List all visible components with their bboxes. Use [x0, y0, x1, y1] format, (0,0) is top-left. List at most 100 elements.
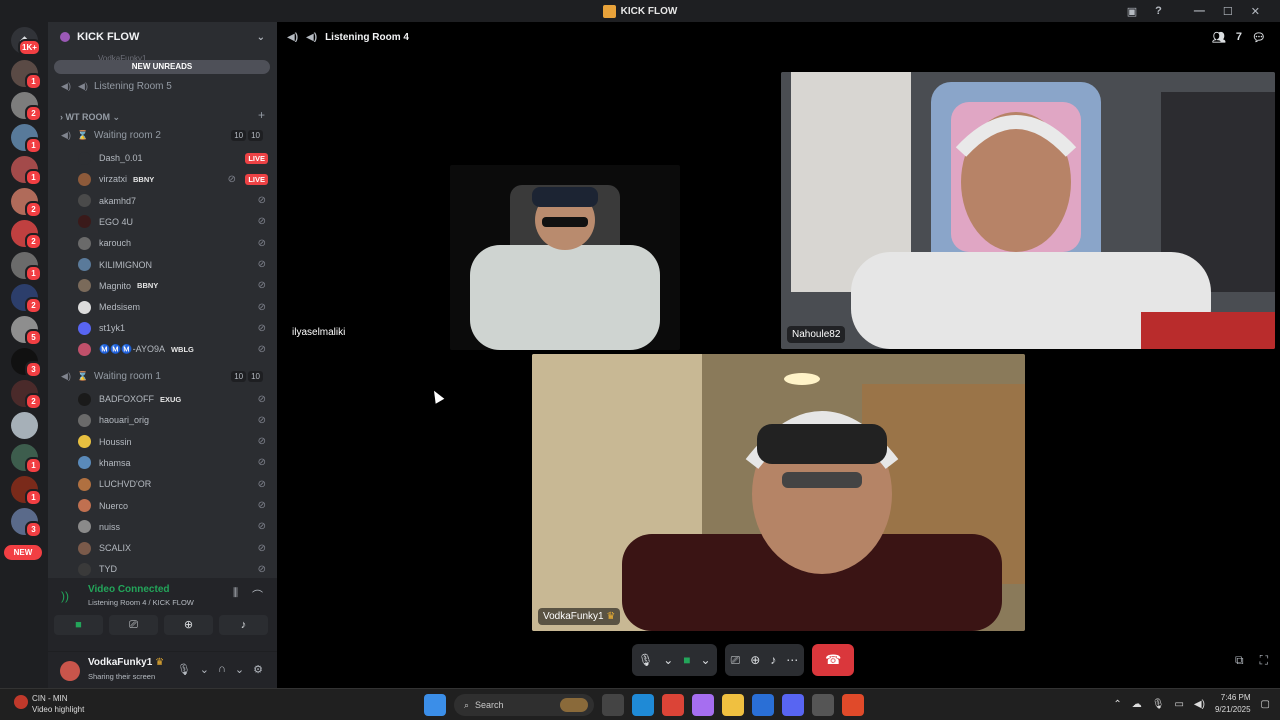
notifications-icon[interactable]: ▢ — [1261, 699, 1270, 710]
chrome-icon[interactable] — [662, 694, 684, 716]
voice-user-row[interactable]: Houssin ⊘ — [78, 433, 268, 451]
voice-user-row[interactable]: Dash_0.01 LIVE — [78, 149, 268, 167]
help-icon[interactable]: ? — [1155, 5, 1162, 17]
server-badge: 2 — [25, 105, 42, 122]
participant-name[interactable]: ilyaselmaliki — [292, 327, 345, 338]
copilot-icon[interactable] — [692, 694, 714, 716]
participant-video-tile[interactable]: VodkaFunky1 ♛ — [532, 354, 1025, 631]
participant-video — [532, 354, 1025, 631]
voice-location[interactable]: Listening Room 4 / KICK FLOW — [88, 598, 194, 607]
deafened-icon: ⊘ — [257, 216, 266, 228]
gear-icon[interactable]: ⚙ — [253, 663, 263, 676]
popout-icon[interactable]: ⧉ — [1235, 653, 1244, 668]
voice-user-row[interactable]: Magnito BBNY ⊘ — [78, 277, 268, 295]
taskbar-notification[interactable]: CIN - MIN Video highlight — [14, 693, 84, 715]
guild-header[interactable]: KICK FLOW ⌄ — [48, 22, 277, 52]
app-icon[interactable] — [842, 694, 864, 716]
maximize-icon[interactable]: ☐ — [1223, 5, 1233, 18]
discord-icon[interactable] — [782, 694, 804, 716]
signal-icon[interactable]: )) — [61, 589, 69, 603]
add-channel-icon[interactable]: + — [258, 108, 265, 122]
voice-user-row[interactable]: KILIMIGNON ⊘ — [78, 256, 268, 274]
chevron-down-icon[interactable]: ⌄ — [663, 653, 673, 667]
voice-user-row[interactable]: Nuerco ⊘ — [78, 497, 268, 515]
headphones-icon[interactable]: ∩ — [218, 663, 226, 676]
participant-video-tile[interactable]: Nahoule82 — [781, 72, 1275, 349]
voice-user-row[interactable]: SCALIX ⊘ — [78, 539, 268, 557]
channel-waiting-room-2[interactable]: ◀︎) ⌛ Waiting room 2 — [60, 126, 161, 144]
avatar — [78, 541, 91, 555]
category-wt-room[interactable]: › WT ROOM ⌄ — [60, 112, 120, 123]
app-icon[interactable] — [812, 694, 834, 716]
deafened-icon: ⊘ — [257, 195, 266, 207]
taskbar-search[interactable]: ⌕ Search — [454, 694, 594, 716]
file-explorer-icon[interactable] — [722, 694, 744, 716]
windows-start-icon[interactable] — [424, 694, 446, 716]
mic-icon[interactable]: 🎙︎ — [638, 653, 653, 667]
display-icon[interactable]: ▭ — [1174, 699, 1183, 710]
live-badge[interactable]: LIVE — [245, 173, 268, 185]
mic-icon[interactable]: 🎙︎ — [1152, 699, 1165, 710]
server-badge: 2 — [25, 297, 42, 314]
channel-listening-room-5[interactable]: ◀︎) ◀︎) Listening Room 5 — [60, 77, 172, 95]
voice-user-name: st1yk1 — [99, 323, 126, 334]
voice-user-row[interactable]: haouari_orig ⊘ — [78, 411, 268, 429]
voice-user-row[interactable]: nuiss ⊘ — [78, 518, 268, 536]
controller-icon[interactable]: ⊕ — [750, 653, 760, 667]
voice-user-row[interactable]: khamsa ⊘ — [78, 454, 268, 472]
voice-user-row[interactable]: st1yk1 ⊘ — [78, 319, 268, 337]
task-view-icon[interactable] — [602, 694, 624, 716]
voice-user-row[interactable]: EGO 4U ⊘ — [78, 213, 268, 231]
hangup-button[interactable]: ☎ — [812, 644, 855, 676]
members-icon[interactable]: 👥︎ — [1212, 31, 1226, 44]
disconnect-icon[interactable]: ⌒ — [252, 587, 263, 603]
chevron-down-icon[interactable]: ⌄ — [257, 32, 265, 43]
fullscreen-icon[interactable]: ⛶ — [1260, 653, 1268, 668]
participant-video-tile[interactable] — [450, 165, 680, 350]
minimize-icon[interactable]: — — [1194, 5, 1205, 18]
voice-user-row[interactable]: LUCHVD'OR ⊘ — [78, 475, 268, 493]
camera-button[interactable]: ■ — [54, 615, 103, 635]
voice-status[interactable]: Video Connected — [88, 584, 170, 595]
noise-suppression-icon[interactable]: ⫼ — [233, 587, 238, 603]
chevron-down-icon[interactable]: ⌄ — [235, 663, 244, 676]
more-icon[interactable]: ⋯ — [786, 653, 798, 667]
soundboard-button[interactable]: ♪ — [219, 615, 268, 635]
avatar[interactable] — [60, 661, 80, 681]
screen-share-button[interactable]: ⎚ — [109, 615, 158, 635]
inbox-icon[interactable]: ▣ — [1127, 5, 1137, 18]
soundboard-icon[interactable]: ♪ — [770, 653, 776, 667]
server-icon[interactable] — [11, 412, 38, 439]
server-badge: 1 — [25, 137, 42, 154]
edge-icon[interactable] — [632, 694, 654, 716]
channel-waiting-room-1[interactable]: ◀︎) ⌛ Waiting room 1 — [60, 367, 161, 385]
mic-icon[interactable]: 🎙︎ — [177, 663, 191, 676]
voice-user-row[interactable]: Ⓜ️Ⓜ️Ⓜ️-AYO9A WBLG ⊘ — [78, 341, 268, 359]
camera-icon[interactable]: ■ — [683, 653, 690, 667]
speaker-icon[interactable]: ◀︎) — [1194, 699, 1205, 710]
screen-share-icon[interactable]: ⎚ — [731, 653, 741, 668]
new-unreads-bar[interactable]: NEW UNREADS — [54, 60, 270, 74]
voice-user-row[interactable]: akamhd7 ⊘ — [78, 192, 268, 210]
voice-user-row[interactable]: BADFOXOFF EXUG ⊘ — [78, 390, 268, 408]
activity-button[interactable]: ⊕ — [164, 615, 213, 635]
chevron-down-icon[interactable]: ⌄ — [701, 653, 711, 667]
live-badge[interactable]: LIVE — [245, 152, 268, 164]
voice-user-row[interactable]: karouch ⊘ — [78, 234, 268, 252]
speaker-icon: ◀︎) — [287, 31, 299, 43]
user-name[interactable]: VodkaFunky1 ♛ — [88, 657, 164, 668]
voice-user-row[interactable]: virzatxi BBNY LIVE ⊘ — [78, 170, 268, 188]
avatar — [78, 477, 91, 491]
chat-icon[interactable]: 💬︎ — [1252, 31, 1266, 44]
new-servers-pill[interactable]: NEW — [4, 545, 42, 560]
cloud-icon[interactable]: ☁ — [1132, 699, 1142, 710]
server-badge: 5 — [25, 329, 42, 346]
voice-user-row[interactable]: Medsisem ⊘ — [78, 298, 268, 316]
store-icon[interactable] — [752, 694, 774, 716]
close-icon[interactable]: ✕ — [1251, 5, 1260, 18]
clock[interactable]: 7:46 PM 9/21/2025 — [1215, 692, 1251, 716]
chevron-up-icon[interactable]: ⌃ — [1113, 699, 1121, 710]
chevron-down-icon[interactable]: ⌄ — [200, 663, 209, 676]
voice-user-row[interactable]: TYD ⊘ — [78, 560, 268, 578]
avatar — [78, 413, 91, 427]
